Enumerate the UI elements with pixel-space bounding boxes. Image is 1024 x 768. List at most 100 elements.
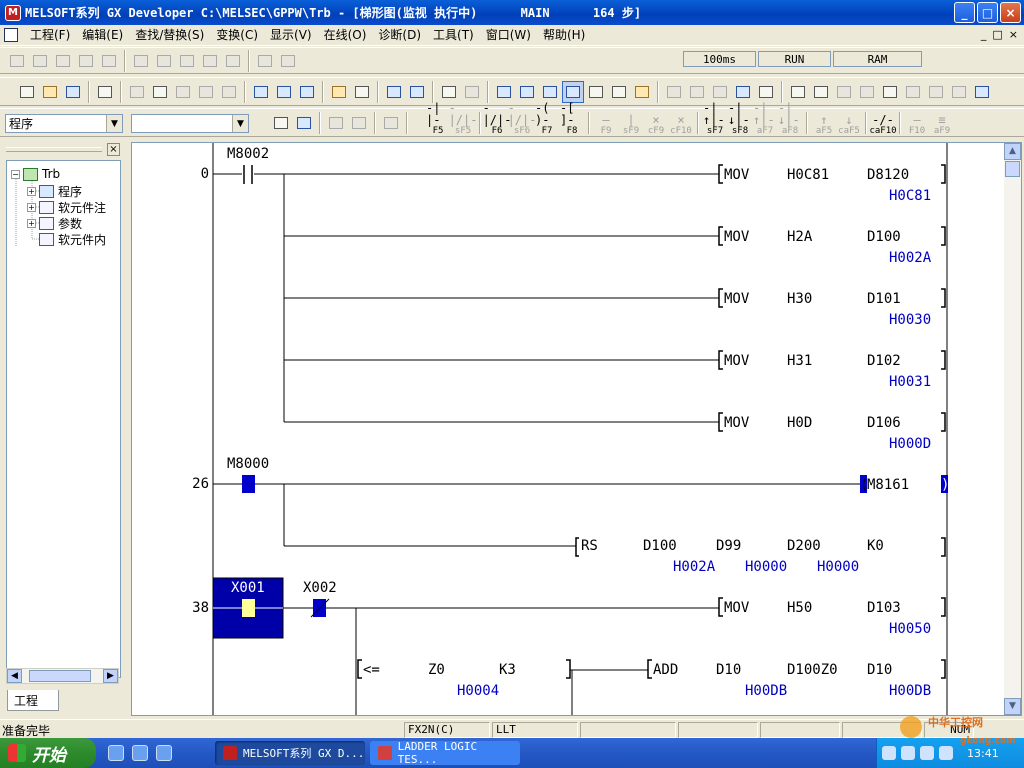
menu-diagnostics[interactable]: 诊断(D)	[372, 26, 427, 45]
verify-icon[interactable]	[75, 50, 97, 72]
sampling-trace-icon[interactable]	[686, 81, 708, 103]
parameter-icon[interactable]	[787, 81, 809, 103]
device-test-icon[interactable]	[176, 50, 198, 72]
zoom-in-icon[interactable]	[383, 81, 405, 103]
sfc-icon[interactable]	[902, 81, 924, 103]
menu-tools[interactable]: 工具(T)	[427, 26, 480, 45]
program-select[interactable]: 程序 ▼	[5, 114, 123, 133]
fkey-sf9-button[interactable]: | sF9	[619, 112, 643, 136]
menu-help[interactable]: 帮助(H)	[537, 26, 591, 45]
menu-convert[interactable]: 变换(C)	[210, 26, 264, 45]
fkey-f6-button[interactable]: -|/|- F6	[483, 102, 512, 136]
fkey-f10-button[interactable]: — F10	[905, 112, 929, 136]
remote-operation-icon[interactable]	[631, 81, 653, 103]
contact-m8000[interactable]	[242, 475, 255, 493]
chevron-down-icon[interactable]: ▼	[106, 115, 122, 132]
find-instruction-icon[interactable]	[273, 81, 295, 103]
paste-icon[interactable]	[172, 81, 194, 103]
scroll-up-icon[interactable]: ▲	[1004, 143, 1021, 160]
panel-grip[interactable]	[6, 147, 102, 152]
comment-icon[interactable]	[328, 81, 350, 103]
tree-root[interactable]: − Trb	[11, 167, 60, 181]
monitor-mode-icon[interactable]	[562, 81, 584, 103]
close-icon[interactable]: ×	[107, 143, 120, 156]
fkey-af5-button[interactable]: ↑ aF5	[812, 112, 836, 136]
app-icon[interactable]: M	[5, 4, 21, 21]
expand-icon[interactable]: +	[27, 203, 36, 212]
restore-button[interactable]: □	[977, 2, 998, 23]
network-icon[interactable]	[920, 746, 934, 760]
undo-icon[interactable]	[195, 81, 217, 103]
menu-online[interactable]: 在线(O)	[318, 26, 373, 45]
sfc-transition-icon[interactable]	[948, 81, 970, 103]
device-batch-icon[interactable]	[732, 81, 754, 103]
fkey-f7-button[interactable]: -( )- F7	[535, 102, 559, 136]
device-test-tool-icon[interactable]	[608, 81, 630, 103]
open-folder-icon[interactable]	[39, 81, 61, 103]
find-icon[interactable]	[6, 50, 28, 72]
fkey-caf5-button[interactable]: ↓ caF5	[837, 112, 861, 136]
save-icon[interactable]	[62, 81, 84, 103]
tree-item-device-comment[interactable]: + 软元件注	[27, 199, 106, 216]
write-mode-icon[interactable]	[270, 112, 292, 134]
cut-icon[interactable]	[126, 81, 148, 103]
window-icon[interactable]	[971, 81, 993, 103]
tree-item-device-memory[interactable]: 软元件内	[39, 231, 106, 248]
scroll-thumb[interactable]	[29, 670, 91, 682]
batch-monitor-icon[interactable]	[199, 50, 221, 72]
fkey-af8-button[interactable]: -|↓|- aF8	[778, 102, 802, 136]
fkey-sf8-button[interactable]: -|↓|- sF8	[728, 102, 752, 136]
statement-icon[interactable]	[351, 81, 373, 103]
ladder-mode-icon[interactable]	[293, 112, 315, 134]
second-select[interactable]: ▼	[131, 114, 249, 133]
menu-project[interactable]: 工程(F)	[24, 26, 76, 45]
window-tile-icon[interactable]	[833, 81, 855, 103]
entry-data-monitor-icon[interactable]	[755, 81, 777, 103]
fkey-af9-button[interactable]: ≡ aF9	[930, 112, 954, 136]
plc-read-icon[interactable]	[493, 81, 515, 103]
device-memory-icon[interactable]	[810, 81, 832, 103]
document-icon[interactable]	[4, 28, 18, 42]
fkey-f5-button[interactable]: -| |- F5	[426, 102, 450, 136]
timing-chart-icon[interactable]	[663, 81, 685, 103]
security-icon[interactable]	[939, 746, 953, 760]
redo-icon[interactable]	[218, 81, 240, 103]
show-desktop-icon[interactable]	[108, 745, 124, 761]
start-button[interactable]: 开始	[0, 738, 96, 768]
plc-write-icon[interactable]	[516, 81, 538, 103]
entry-monitor-icon[interactable]	[222, 50, 244, 72]
close-button[interactable]: ×	[1000, 2, 1021, 23]
program-check-icon[interactable]	[709, 81, 731, 103]
cross-reference-icon[interactable]	[296, 81, 318, 103]
copy-icon[interactable]	[149, 81, 171, 103]
clock[interactable]: 13:41	[967, 747, 999, 760]
menu-view[interactable]: 显示(V)	[264, 26, 318, 45]
printer-icon[interactable]	[94, 81, 116, 103]
diagnostics-icon[interactable]	[879, 81, 901, 103]
mdi-minimize-button[interactable]: _	[981, 28, 987, 41]
scroll-left-icon[interactable]: ◀	[7, 669, 22, 683]
tree-item-parameter[interactable]: + 参数	[27, 215, 82, 232]
task-ladder-logic-test[interactable]: LADDER LOGIC TES...	[370, 740, 520, 766]
fkey-cf9-button[interactable]: × cF9	[644, 112, 668, 136]
tree-item-program[interactable]: + 程序	[27, 183, 82, 200]
fkey-f9-button[interactable]: — F9	[594, 112, 618, 136]
menu-edit[interactable]: 编辑(E)	[76, 26, 129, 45]
monitor-start-icon[interactable]	[539, 81, 561, 103]
fkey-af7-button[interactable]: -|↑|- aF7	[753, 102, 777, 136]
find-device-icon[interactable]	[250, 81, 272, 103]
media-player-icon[interactable]	[156, 745, 172, 761]
fkey-cf10-button[interactable]: × cF10	[669, 112, 693, 136]
window-cascade-icon[interactable]	[856, 81, 878, 103]
tree-horizontal-scrollbar[interactable]: ◀ ▶	[6, 668, 119, 684]
scroll-thumb[interactable]	[1005, 161, 1020, 177]
insert-icon[interactable]	[380, 112, 402, 134]
monitor-write-icon[interactable]	[153, 50, 175, 72]
expand-icon[interactable]: +	[27, 219, 36, 228]
mdi-restore-button[interactable]: □	[992, 28, 1002, 41]
monitor-icon[interactable]	[130, 50, 152, 72]
ladder-list-toggle-icon[interactable]	[438, 81, 460, 103]
mdi-close-button[interactable]: ×	[1009, 28, 1018, 41]
fkey-sf6-button[interactable]: -|/|- sF6	[508, 102, 537, 136]
convert-all-icon[interactable]	[461, 81, 483, 103]
